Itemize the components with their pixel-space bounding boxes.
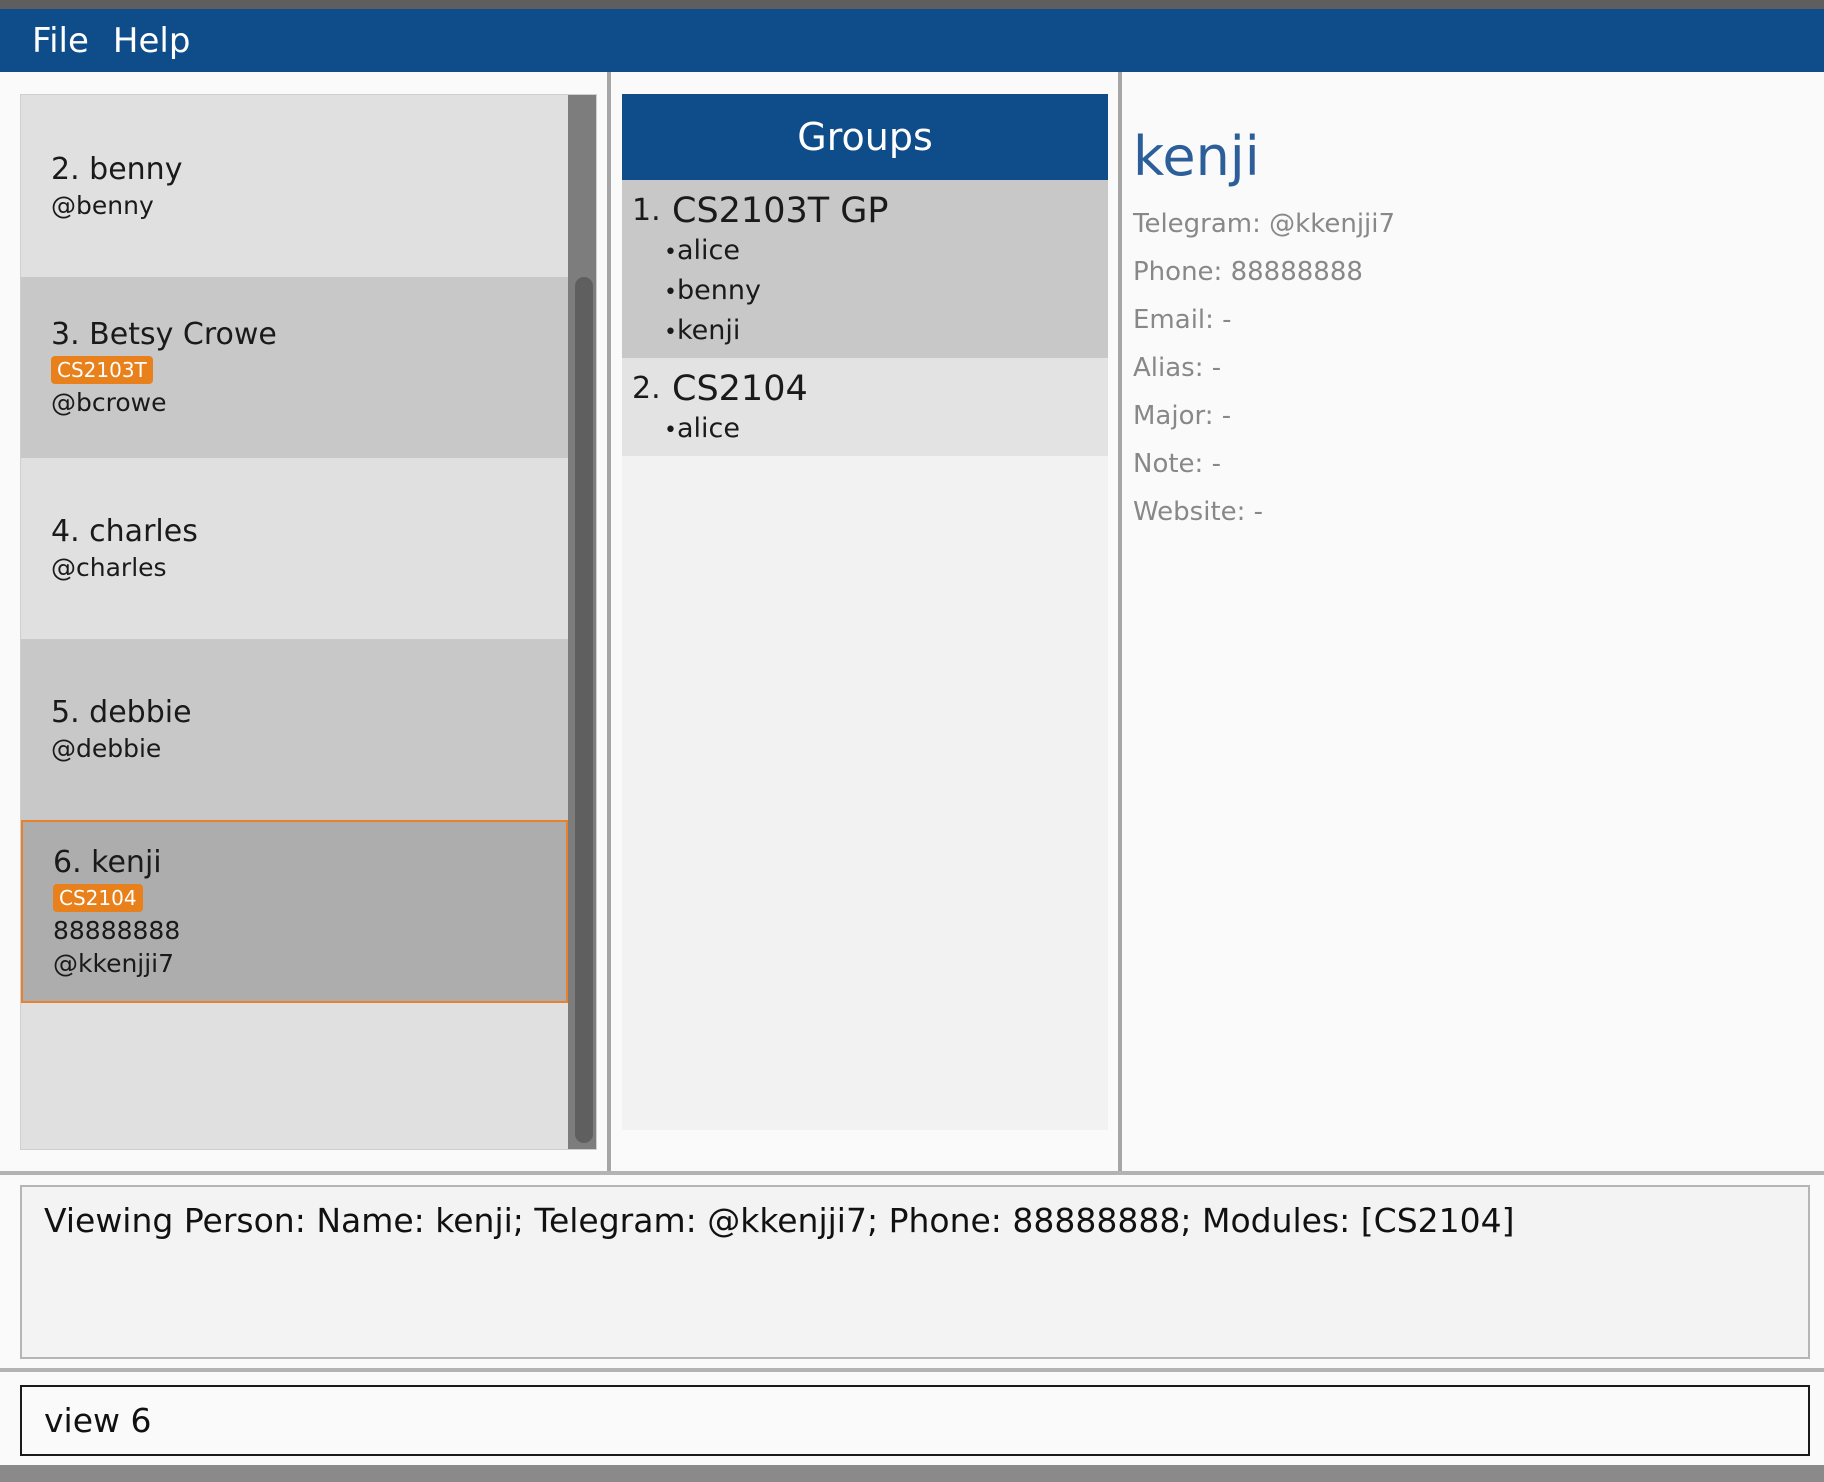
module-tag: CS2104: [53, 883, 143, 912]
menu-bar: File Help: [0, 9, 1824, 72]
group-member: alice: [632, 410, 1098, 450]
detail-major: Major: -: [1133, 401, 1232, 431]
group-title: 1. CS2103T GP: [632, 191, 889, 231]
detail-phone: Phone: 88888888: [1133, 257, 1363, 287]
person-name: 4. charles: [51, 514, 198, 549]
window-top-strip: [0, 0, 1824, 9]
person-card[interactable]: 3. Betsy Crowe CS2103T @bcrowe: [21, 277, 568, 458]
menu-help[interactable]: Help: [113, 21, 191, 61]
window-bottom-strip: [0, 1465, 1824, 1482]
person-card[interactable]: 2. benny @benny: [21, 95, 568, 277]
group-member: kenji: [632, 312, 1098, 352]
person-name: 5. debbie: [51, 695, 192, 730]
group-card[interactable]: 1.CS2103T GP alice benny kenji: [622, 180, 1108, 358]
person-name: 3. Betsy Crowe: [51, 317, 277, 352]
person-telegram: @debbie: [51, 734, 162, 763]
panel-divider[interactable]: [607, 72, 611, 1171]
detail-alias: Alias: -: [1133, 353, 1222, 383]
group-card[interactable]: 2.CS2104 alice: [622, 358, 1108, 456]
person-list[interactable]: 2. benny @benny 3. Betsy Crowe CS2103T @…: [20, 94, 597, 1150]
detail-website: Website: -: [1133, 497, 1264, 527]
module-tag: CS2103T: [51, 356, 153, 384]
scrollbar-thumb[interactable]: [575, 277, 593, 1143]
groups-panel: Groups 1.CS2103T GP alice benny kenji 2.…: [622, 94, 1108, 1130]
person-card[interactable]: 5. debbie @debbie: [21, 639, 568, 820]
panel-divider[interactable]: [1118, 72, 1122, 1171]
detail-email: Email: -: [1133, 305, 1232, 335]
detail-telegram: Telegram: @kkenjji7: [1133, 209, 1396, 239]
person-name: 6. kenji: [53, 844, 162, 880]
person-list-scrollbar[interactable]: [568, 95, 596, 1149]
command-area: [0, 1372, 1824, 1465]
workspace: 2. benny @benny 3. Betsy Crowe CS2103T @…: [0, 72, 1824, 1171]
command-input[interactable]: [20, 1385, 1810, 1456]
groups-header: Groups: [622, 94, 1108, 180]
person-name: 2. benny: [51, 151, 183, 187]
person-card[interactable]: 4. charles @charles: [21, 458, 568, 639]
result-area: Viewing Person: Name: kenji; Telegram: @…: [0, 1175, 1824, 1368]
person-telegram: @kkenjji7: [53, 948, 175, 978]
person-telegram: @benny: [51, 190, 154, 220]
result-display[interactable]: Viewing Person: Name: kenji; Telegram: @…: [20, 1185, 1810, 1359]
person-phone: 88888888: [53, 915, 181, 945]
detail-name: kenji: [1133, 125, 1260, 188]
menu-file[interactable]: File: [32, 21, 89, 61]
person-telegram: @charles: [51, 553, 167, 582]
group-member: benny: [632, 272, 1098, 312]
person-details: kenji Telegram: @kkenjji7 Phone: 8888888…: [1133, 122, 1813, 536]
group-title: 2. CS2104: [632, 369, 808, 409]
person-card-selected[interactable]: 6. kenji CS2104 88888888 @kkenjji7: [21, 820, 568, 1003]
group-member: alice: [632, 232, 1098, 272]
person-telegram: @bcrowe: [51, 388, 167, 417]
detail-note: Note: -: [1133, 449, 1221, 479]
